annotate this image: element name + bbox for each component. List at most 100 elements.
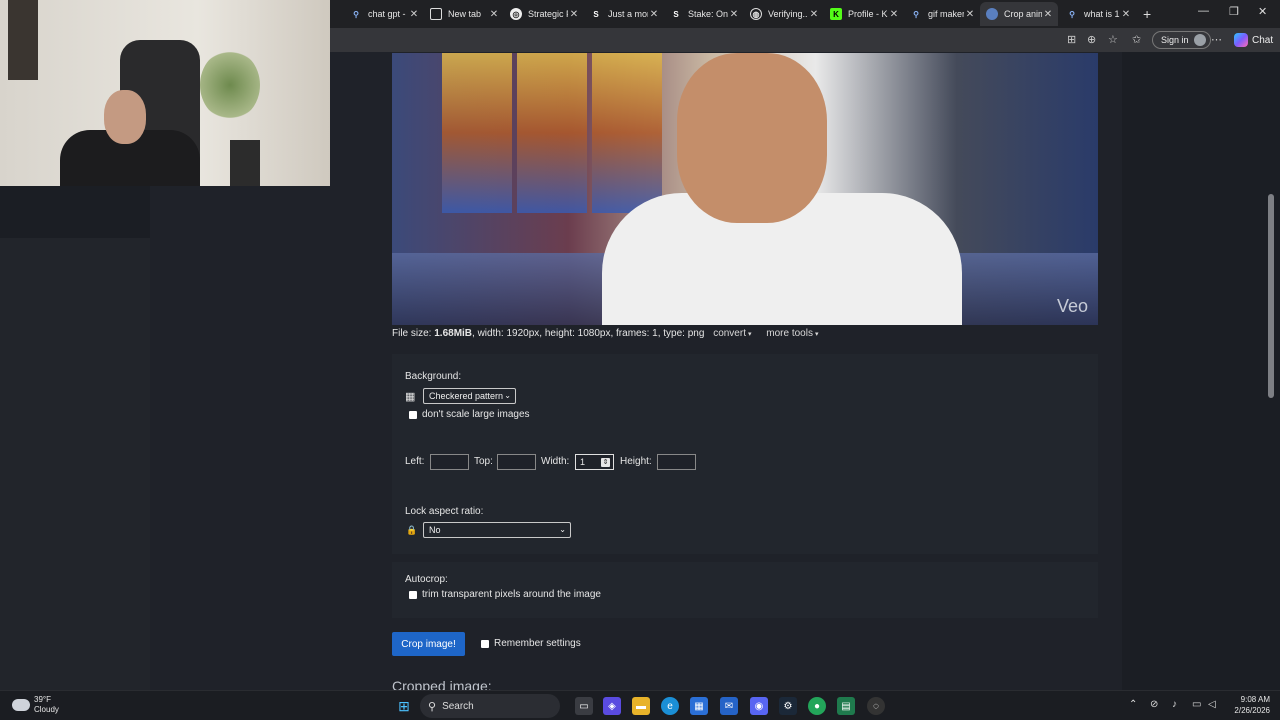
close-tab-icon[interactable]: ✕ — [1120, 9, 1132, 20]
autocrop-checkbox[interactable] — [409, 591, 417, 599]
ezgif-icon — [986, 8, 998, 20]
lock-aspect-label: Lock aspect ratio: — [405, 506, 484, 517]
task-view-icon[interactable]: ▭ — [575, 697, 593, 715]
crop-image-button[interactable]: Crop image! — [392, 632, 465, 656]
top-input[interactable] — [497, 454, 536, 470]
spinner-icon[interactable]: ⇕ — [601, 458, 610, 467]
restore-icon[interactable]: ❐ — [1229, 5, 1239, 18]
autocrop-label: Autocrop: — [405, 574, 448, 585]
kick-icon: K — [830, 8, 842, 20]
file-info: File size: 1.68MiB, width: 1920px, heigh… — [392, 328, 819, 339]
tab-strategic[interactable]: ◎Strategic Pl✕ — [504, 2, 584, 26]
remember-settings-label: Remember settings — [494, 638, 581, 649]
scrollbar-thumb[interactable] — [1268, 194, 1274, 398]
windows-start-icon[interactable]: ⊞ — [395, 697, 413, 715]
weather-widget[interactable]: 39°F Cloudy — [12, 695, 59, 715]
lock-icon: 🔒 — [406, 525, 418, 535]
tab-crop-animated[interactable]: Crop anim ✕ — [980, 2, 1058, 26]
close-tab-icon[interactable]: ✕ — [888, 9, 900, 20]
height-input[interactable] — [657, 454, 696, 470]
dont-scale-checkbox[interactable] — [409, 411, 417, 419]
scrollbar[interactable] — [1266, 52, 1276, 690]
background-select[interactable]: Checkered pattern ⌄ — [423, 388, 516, 404]
cloud-icon — [12, 699, 30, 711]
chevron-up-icon[interactable]: ⌃ — [1129, 699, 1137, 710]
taskbar-search[interactable]: ⚲ Search — [420, 694, 560, 718]
tab-just-a-moment[interactable]: SJust a mom✕ — [584, 2, 664, 26]
webcam-overlay — [0, 0, 330, 186]
search-icon: ⚲ — [1069, 9, 1075, 19]
lock-aspect-select[interactable]: No ⌄ — [423, 522, 571, 538]
windows-taskbar: 39°F Cloudy ⊞ ⚲ Search ▭ ◈ ▬ e ▦ ✉ ◉ ⚙ ● ▤… — [0, 690, 1280, 720]
close-tab-icon[interactable]: ✕ — [488, 9, 500, 20]
tab-gif-maker[interactable]: ⚲gif maker -✕ — [904, 2, 980, 26]
close-tab-icon[interactable]: ✕ — [568, 9, 580, 20]
favorite-star-icon[interactable]: ☆ — [1108, 33, 1118, 46]
chrome-icon[interactable]: ● — [808, 697, 826, 715]
background-label: Background: — [405, 371, 462, 382]
chatgpt-icon: ◎ — [510, 8, 522, 20]
tab-stake[interactable]: SStake: Onlin✕ — [664, 2, 744, 26]
steam-icon[interactable]: ⚙ — [779, 697, 797, 715]
extensions-icon[interactable]: ⊕ — [1087, 33, 1096, 46]
convert-menu[interactable]: convert ▾ — [713, 328, 751, 339]
more-menu-icon[interactable]: ⋯ — [1211, 33, 1222, 46]
chevron-down-icon: ⌄ — [559, 525, 566, 534]
top-label: Top: — [474, 456, 493, 467]
search-icon: ⚲ — [353, 9, 359, 19]
newtab-icon — [430, 8, 442, 20]
s-logo-icon: S — [593, 9, 599, 19]
tab-verifying[interactable]: ◍ Verifying... ✕ — [744, 2, 824, 26]
edge-icon[interactable]: e — [661, 697, 679, 715]
left-gutter — [0, 238, 150, 690]
width-input[interactable]: 1 ⇕ — [575, 454, 614, 470]
caret-down-icon: ▾ — [814, 331, 819, 338]
store-icon[interactable]: ▦ — [690, 697, 708, 715]
close-tab-icon[interactable]: ✕ — [808, 9, 820, 20]
volume-icon[interactable]: ◁ — [1208, 699, 1216, 710]
caret-down-icon: ▾ — [747, 331, 752, 338]
close-tab-icon[interactable]: ✕ — [964, 9, 976, 20]
width-label: Width: — [541, 456, 570, 467]
display-icon[interactable]: ▭ — [1192, 699, 1201, 710]
tab-profile-kick[interactable]: K Profile - Ki ✕ — [824, 2, 904, 26]
sign-in-button[interactable]: Sign in — [1152, 31, 1211, 49]
copilot-icon — [1234, 33, 1248, 47]
close-window-icon[interactable]: ✕ — [1258, 5, 1267, 18]
checkered-icon: ▦ — [405, 391, 416, 403]
app-icon[interactable]: ◌ — [867, 697, 885, 715]
sheets-icon[interactable]: ▤ — [837, 697, 855, 715]
more-tools-menu[interactable]: more tools ▾ — [766, 328, 818, 339]
chevron-down-icon: ⌄ — [504, 391, 511, 400]
close-tab-icon[interactable]: ✕ — [1042, 9, 1054, 20]
outlook-icon[interactable]: ✉ — [720, 697, 738, 715]
favorites-icon[interactable]: ✩ — [1132, 33, 1141, 46]
tab-what-is-16[interactable]: ⚲what is 16 i✕ — [1060, 2, 1136, 26]
left-input[interactable] — [430, 454, 469, 470]
watermark: Veo — [1056, 296, 1088, 316]
avatar — [1193, 34, 1206, 46]
copilot-app-icon[interactable]: ◈ — [603, 697, 621, 715]
preview-image: Veo — [392, 53, 1098, 325]
new-tab-button[interactable]: + — [1143, 6, 1151, 22]
network-off-icon[interactable]: ⊘ — [1150, 699, 1158, 710]
close-tab-icon[interactable]: ✕ — [728, 9, 740, 20]
autocrop-text: trim transparent pixels around the image — [422, 589, 601, 600]
discord-icon[interactable]: ◉ — [750, 697, 768, 715]
options-panel — [392, 354, 1098, 500]
dont-scale-label: don't scale large images — [422, 409, 530, 420]
reader-icon[interactable]: ⊞ — [1067, 33, 1076, 46]
tab-new-tab[interactable]: New tab ✕ — [424, 2, 504, 26]
copilot-chat-button[interactable]: Chat — [1234, 33, 1273, 47]
left-label: Left: — [405, 456, 425, 467]
minimize-icon[interactable]: — — [1198, 5, 1209, 17]
s-logo-icon: S — [673, 9, 679, 19]
tab-chat-gpt[interactable]: ⚲chat gpt - S✕ — [344, 2, 424, 26]
close-tab-icon[interactable]: ✕ — [408, 9, 420, 20]
mic-icon[interactable]: ♪ — [1172, 699, 1177, 710]
search-icon: ⚲ — [428, 700, 437, 713]
file-explorer-icon[interactable]: ▬ — [632, 697, 650, 715]
clock[interactable]: 9:08 AM 2/26/2026 — [1222, 694, 1270, 716]
close-tab-icon[interactable]: ✕ — [648, 9, 660, 20]
remember-settings-checkbox[interactable] — [481, 640, 489, 648]
